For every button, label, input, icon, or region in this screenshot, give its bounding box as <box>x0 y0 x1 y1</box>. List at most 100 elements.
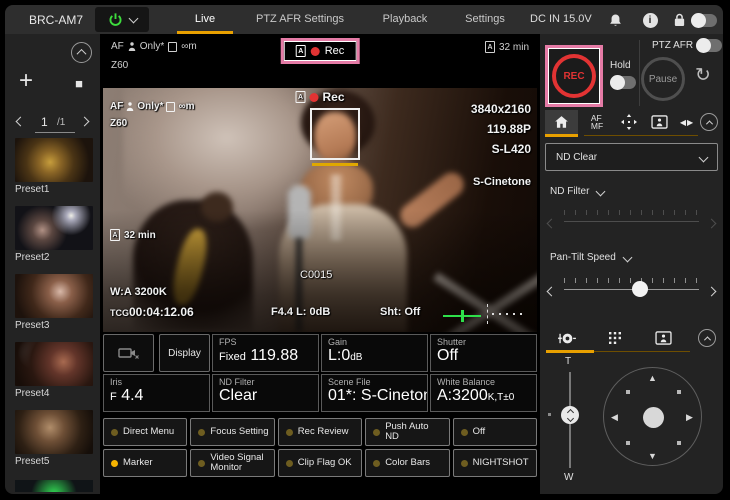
gain-unit: dB <box>350 352 362 363</box>
tab-settings[interactable]: Settings <box>453 5 517 34</box>
app-window: BRC-AM7 Live PTZ AFR Settings Playback S… <box>5 5 723 494</box>
iris-tile[interactable]: Iris F 4.4 <box>103 374 210 412</box>
nd-filter-tile[interactable]: ND Filter Clear <box>212 374 319 412</box>
tab-subject-tracking-2[interactable] <box>650 326 676 350</box>
assign-button-nightshot[interactable]: NIGHTSHOT <box>453 449 537 477</box>
pan-right-arrow[interactable]: ▶ <box>686 413 693 422</box>
slider-increase-arrow[interactable] <box>708 282 715 300</box>
stop-preset-button[interactable]: ■ <box>75 78 83 90</box>
preset-item-6-partial[interactable] <box>15 480 93 492</box>
four-way-arrows-icon <box>621 114 637 130</box>
white-balance-tile[interactable]: White Balance A:3200K,T±0 <box>430 374 537 412</box>
ptz-afr-pause-button[interactable]: Pause <box>641 57 685 101</box>
osd-rec-indicator: A Rec <box>295 90 344 104</box>
assign-button-marker[interactable]: Marker <box>103 449 187 477</box>
tab-pan-tilt[interactable] <box>616 110 642 134</box>
panel-collapse-button-2[interactable] <box>696 326 718 350</box>
assign-label: Push Auto ND <box>385 422 444 442</box>
indicator-dot <box>461 460 468 467</box>
tab-live[interactable]: Live <box>177 5 233 34</box>
gain-tile[interactable]: Gain L:0dB <box>321 334 428 372</box>
preset-item-1[interactable]: Preset1 <box>15 138 93 195</box>
control-tab-row-1: AFMF ◀▶ <box>540 110 723 136</box>
nd-preset-dropdown[interactable]: ND Clear <box>545 143 718 171</box>
monitor-controls-cell: Display <box>103 334 210 372</box>
assign-button-push-auto-nd[interactable]: Push Auto ND <box>365 418 449 446</box>
shutter-tile[interactable]: Shutter Off <box>430 334 537 372</box>
assign-button-color-bars[interactable]: Color Bars <box>365 449 449 477</box>
tab-position-grid[interactable] <box>602 326 628 350</box>
pan-tilt-joystick[interactable]: ▲ ▼ ◀ ▶ <box>603 367 702 466</box>
slider-ticks <box>564 210 699 215</box>
assign-button-focus-setting[interactable]: Focus Setting <box>190 418 274 446</box>
assign-label: Color Bars <box>385 458 430 468</box>
preset-item-2[interactable]: Preset2 <box>15 206 93 263</box>
fps-mode: Fixed <box>219 351 246 363</box>
information-button[interactable]: i <box>641 11 659 29</box>
fps-tile[interactable]: FPS Fixed 119.88 <box>212 334 319 372</box>
tab-home[interactable] <box>545 110 578 134</box>
assign-button-rec-review[interactable]: Rec Review <box>278 418 362 446</box>
person-icon <box>126 102 134 111</box>
assign-button-video-signal-monitor[interactable]: Video Signal Monitor <box>190 449 274 477</box>
tab-af-mf[interactable]: AFMF <box>584 110 610 134</box>
osd-timecode-prefix: TCG <box>110 308 129 318</box>
wb-unit: K,T±0 <box>488 392 515 403</box>
slider-decrease-arrow[interactable] <box>548 282 555 300</box>
pagination-underline <box>35 132 75 133</box>
pan-left-arrow[interactable]: ◀ <box>611 413 618 422</box>
hold-toggle[interactable] <box>610 76 636 89</box>
person-in-frame-icon <box>651 115 668 129</box>
preset-label: Preset1 <box>15 184 93 195</box>
lock-toggle[interactable] <box>691 14 717 27</box>
page-prev-button[interactable] <box>16 117 26 127</box>
page-next-button[interactable] <box>80 117 90 127</box>
scene-file-tile[interactable]: Scene File 01*: S-Cinetone <box>321 374 428 412</box>
pan-tilt-speed-slider[interactable] <box>540 274 723 300</box>
sidebar-collapse-button[interactable] <box>71 42 92 63</box>
osd-look-profile: S-Cinetone <box>473 176 531 188</box>
tab-joystick[interactable] <box>552 326 582 350</box>
nd-filter-label: ND Filter <box>550 186 589 197</box>
indicator-dot <box>461 429 468 436</box>
slider-thumb[interactable] <box>632 281 648 297</box>
preset-item-5[interactable]: Preset5 <box>15 410 93 467</box>
camera-fx-button[interactable] <box>103 334 154 372</box>
notifications-button[interactable] <box>606 11 624 29</box>
lock-icon <box>670 11 688 29</box>
pan-tilt-speed-expander[interactable]: Pan-Tilt Speed <box>550 252 631 263</box>
rec-button[interactable]: REC <box>552 54 596 98</box>
tab-tele-wide[interactable]: ◀▶ <box>676 110 698 134</box>
ptz-afr-toggle[interactable] <box>696 39 722 52</box>
add-preset-button[interactable]: + <box>19 70 33 92</box>
power-button[interactable] <box>95 7 149 32</box>
zoom-rocker: T W <box>556 356 586 476</box>
panel-collapse-button-1[interactable] <box>698 110 720 134</box>
joystick-knob[interactable] <box>643 407 664 428</box>
preset-sidebar: + ■ 1 /1 Preset1 Preset2 Preset3 <box>5 34 100 494</box>
preset-item-3[interactable]: Preset3 <box>15 274 93 331</box>
media-card-icon: A <box>485 41 495 53</box>
tab-playback[interactable]: Playback <box>370 5 440 34</box>
monitor-status-strip: AF Only* ∞m Z60 A Rec A 32 min <box>103 34 537 88</box>
assign-button-clip-flag-ok[interactable]: Clip Flag OK <box>278 449 362 477</box>
assign-button-off[interactable]: Off <box>453 418 537 446</box>
nd-filter-expander[interactable]: ND Filter <box>550 186 604 197</box>
viewfinder[interactable]: A Rec AF Only* ∞m Z60 3840x2160 119.88P … <box>103 88 537 332</box>
tab-ptz-afr-settings[interactable]: PTZ AFR Settings <box>245 5 355 34</box>
assign-button-direct-menu[interactable]: Direct Menu <box>103 418 187 446</box>
zoom-rocker-thumb[interactable] <box>561 406 579 424</box>
tilt-down-arrow[interactable]: ▼ <box>648 452 657 461</box>
af-label: AF <box>111 41 124 52</box>
osd-framerate: 119.88P <box>487 122 531 136</box>
display-button[interactable]: Display <box>159 334 210 372</box>
osd-color-gamut: S-L420 <box>492 142 531 156</box>
chevron-up-circle-icon <box>700 113 718 131</box>
tilt-up-arrow[interactable]: ▲ <box>648 374 657 383</box>
tab-row-line <box>584 135 698 136</box>
tab-subject-tracking[interactable] <box>646 110 672 134</box>
ptz-afr-reset-button[interactable]: ↺ <box>695 64 711 87</box>
nd-filter-slider <box>540 206 723 232</box>
page-total: /1 <box>57 117 65 128</box>
preset-item-4[interactable]: Preset4 <box>15 342 93 399</box>
